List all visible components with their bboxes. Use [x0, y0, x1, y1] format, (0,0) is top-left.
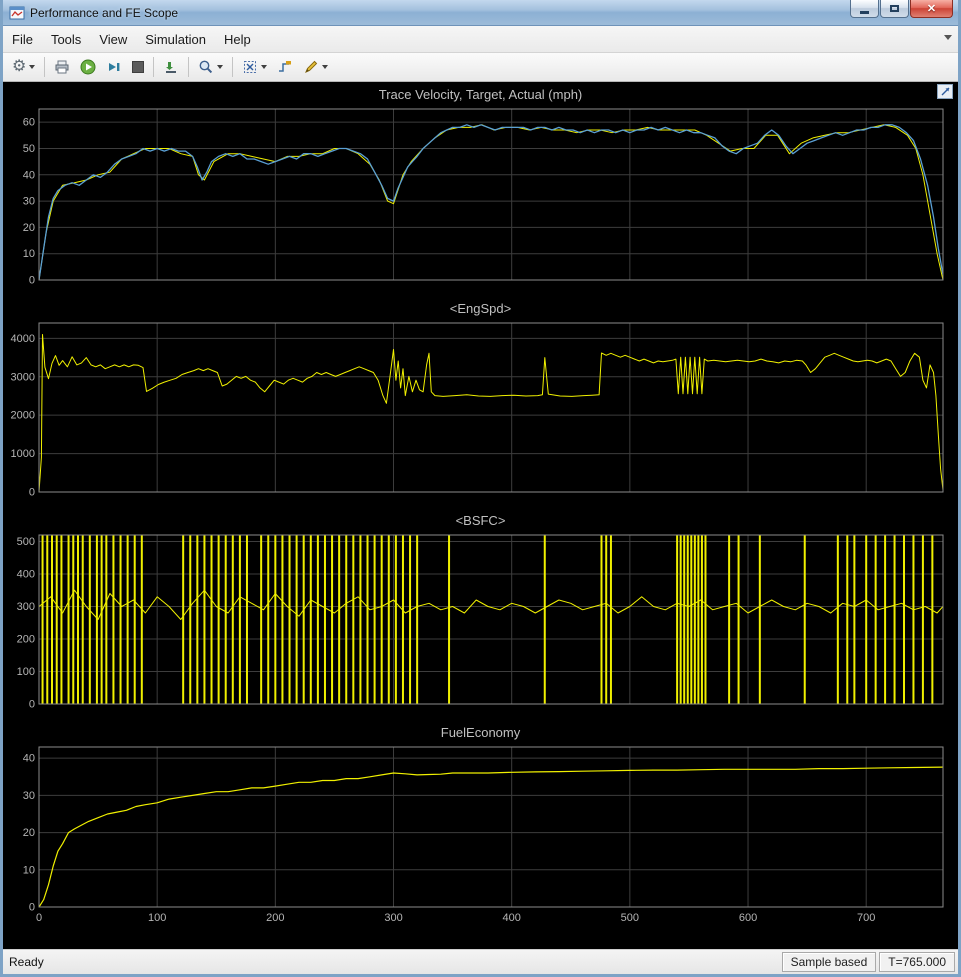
svg-text:600: 600: [739, 912, 757, 924]
svg-text:4000: 4000: [11, 333, 35, 345]
svg-text:400: 400: [17, 569, 35, 581]
menu-help[interactable]: Help: [215, 28, 260, 51]
svg-text:0: 0: [36, 912, 42, 924]
toolbar: ⚙: [3, 53, 958, 82]
magnifier-icon: [198, 59, 214, 75]
caret-down-icon: [261, 65, 267, 69]
fit-to-view-icon: [242, 59, 258, 75]
trigger-icon: [277, 59, 293, 75]
toolbar-separator: [44, 57, 45, 77]
menu-file[interactable]: File: [3, 28, 42, 51]
configuration-properties-button[interactable]: ⚙: [8, 56, 39, 78]
engspd-plot[interactable]: 0 1000 2000 3000 4000: [5, 318, 956, 498]
velocity-plot[interactable]: 0 10 20 30 40 50 60: [5, 104, 956, 286]
fueleconomy-plot[interactable]: 0102030400100200300400500600700: [5, 742, 956, 928]
caret-down-icon: [29, 65, 35, 69]
svg-text:500: 500: [17, 536, 35, 548]
bsfc-plot[interactable]: 0 100 200 300 400 500: [5, 530, 956, 710]
gear-icon: ⚙: [12, 59, 26, 75]
run-button[interactable]: [76, 56, 100, 78]
printer-icon: [54, 59, 70, 75]
measurements-icon: [303, 59, 319, 75]
svg-text:300: 300: [384, 912, 402, 924]
svg-text:10: 10: [23, 248, 35, 260]
fit-to-view-button[interactable]: [238, 56, 271, 78]
plot-title-bsfc: <BSFC>: [5, 512, 956, 530]
svg-text:0: 0: [29, 275, 35, 287]
menu-overflow-chevron-icon[interactable]: [944, 35, 952, 40]
window-controls: ✕: [849, 0, 953, 18]
svg-text:20: 20: [23, 222, 35, 234]
toolbar-separator: [153, 57, 154, 77]
svg-text:100: 100: [17, 666, 35, 678]
svg-text:1000: 1000: [11, 448, 35, 460]
svg-text:100: 100: [148, 912, 166, 924]
stop-icon: [132, 61, 144, 73]
status-text: Ready: [3, 955, 782, 969]
measurements-button[interactable]: [299, 56, 332, 78]
svg-text:40: 40: [23, 169, 35, 181]
step-forward-icon: [106, 59, 122, 75]
stepping-options-button[interactable]: [159, 56, 183, 78]
plot-title-fueleconomy: FuelEconomy: [5, 724, 956, 742]
title-bar[interactable]: Performance and FE Scope ✕: [3, 0, 958, 26]
minimize-icon: [860, 11, 869, 14]
caret-down-icon: [217, 65, 223, 69]
svg-text:30: 30: [23, 790, 35, 802]
menu-view[interactable]: View: [90, 28, 136, 51]
expand-arrow-icon: [941, 87, 950, 96]
scope-display-area: Trace Velocity, Target, Actual (mph) 0 10…: [3, 82, 958, 949]
close-button[interactable]: ✕: [910, 0, 953, 18]
toolbar-separator: [188, 57, 189, 77]
svg-text:700: 700: [857, 912, 875, 924]
maximize-button[interactable]: [880, 0, 909, 18]
print-button[interactable]: [50, 56, 74, 78]
toolbar-separator: [232, 57, 233, 77]
close-icon: ✕: [927, 2, 936, 15]
stepping-options-icon: [163, 59, 179, 75]
menu-bar: File Tools View Simulation Help: [3, 26, 958, 53]
plot-title-engspd: <EngSpd>: [5, 300, 956, 318]
svg-text:400: 400: [503, 912, 521, 924]
zoom-button[interactable]: [194, 56, 227, 78]
menu-simulation[interactable]: Simulation: [136, 28, 215, 51]
svg-text:60: 60: [23, 117, 35, 129]
sample-mode-indicator: Sample based: [782, 952, 877, 972]
svg-text:200: 200: [266, 912, 284, 924]
scope-window: Performance and FE Scope ✕ File Tools Vi…: [0, 0, 961, 977]
maximize-icon: [890, 5, 899, 12]
svg-text:0: 0: [29, 902, 35, 914]
svg-text:30: 30: [23, 196, 35, 208]
svg-text:200: 200: [17, 634, 35, 646]
status-bar: Ready Sample based T=765.000: [3, 949, 958, 974]
svg-text:50: 50: [23, 143, 35, 155]
step-forward-button[interactable]: [102, 56, 126, 78]
svg-text:20: 20: [23, 827, 35, 839]
maximize-axes-button[interactable]: [937, 84, 953, 99]
stop-button[interactable]: [128, 58, 148, 76]
svg-text:0: 0: [29, 699, 35, 711]
play-icon: [80, 59, 96, 75]
simulation-time-indicator: T=765.000: [879, 952, 955, 972]
svg-text:300: 300: [17, 601, 35, 613]
svg-text:10: 10: [23, 864, 35, 876]
caret-down-icon: [322, 65, 328, 69]
window-title: Performance and FE Scope: [30, 6, 178, 20]
svg-text:3000: 3000: [11, 371, 35, 383]
minimize-button[interactable]: [850, 0, 879, 18]
trigger-button[interactable]: [273, 56, 297, 78]
app-icon: [9, 5, 25, 21]
svg-text:40: 40: [23, 753, 35, 765]
menu-tools[interactable]: Tools: [42, 28, 90, 51]
svg-text:2000: 2000: [11, 410, 35, 422]
svg-text:0: 0: [29, 487, 35, 499]
svg-text:500: 500: [621, 912, 639, 924]
plot-title-velocity: Trace Velocity, Target, Actual (mph): [5, 86, 956, 104]
